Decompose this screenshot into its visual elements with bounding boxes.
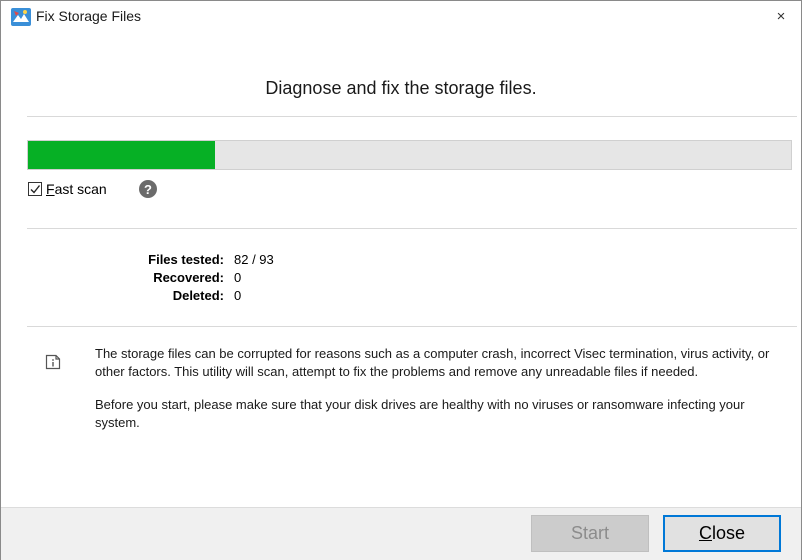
fast-scan-label-accelerator: F [46,181,55,197]
info-paragraph: Before you start, please make sure that … [95,397,745,430]
divider [27,228,797,229]
close-button-label-rest: lose [711,523,746,543]
close-button[interactable]: Close [663,515,781,552]
fix-storage-dialog: Fix Storage Files × Diagnose and fix the… [0,0,802,560]
info-paragraph: The storage files can be corrupted for r… [95,346,770,379]
divider [27,326,797,327]
files-tested-row: Files tested: 82 / 93 [101,251,274,269]
deleted-row: Deleted: 0 [101,287,274,305]
dialog-content: Diagnose and fix the storage files. Fast… [1,32,801,507]
scan-stats: Files tested: 82 / 93 Recovered: 0 Delet… [101,251,274,305]
start-button[interactable]: Start [531,515,649,552]
fast-scan-label-rest: ast scan [54,181,107,197]
button-bar: Start Close [1,507,801,560]
title-bar: Fix Storage Files × [1,1,801,33]
files-tested-label: Files tested: [148,252,224,267]
recovered-value: 0 [234,270,242,285]
page-heading: Diagnose and fix the storage files. [265,78,537,98]
info-document-icon [45,354,61,370]
close-icon[interactable]: × [761,1,801,32]
checkmark-icon [30,185,41,194]
window-title: Fix Storage Files [36,8,142,24]
question-icon[interactable]: ? [139,180,157,198]
deleted-label: Deleted: [172,288,224,303]
fast-scan-checkbox[interactable] [28,182,42,196]
app-icon [11,8,31,26]
scan-progress-bar [27,140,792,170]
close-button-accelerator: C [698,523,712,543]
recovered-row: Recovered: 0 [101,269,274,287]
deleted-value: 0 [234,288,242,303]
divider [27,116,797,117]
fast-scan-label: Fast scan [46,181,107,197]
info-text: The storage files can be corrupted for r… [95,345,785,447]
fast-scan-checkbox-row[interactable]: Fast scan [28,179,107,199]
recovered-label: Recovered: [153,270,224,285]
files-tested-value: 82 / 93 [234,252,274,267]
scan-progress-fill [28,141,215,169]
